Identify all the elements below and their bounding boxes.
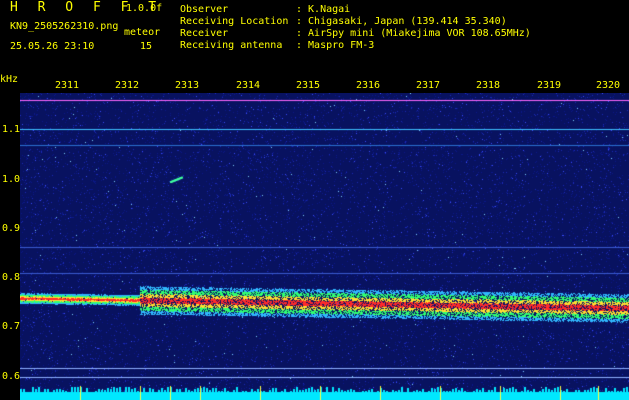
x-tick-label: 2315	[296, 80, 321, 91]
y-tick-label: 0.6	[2, 371, 21, 382]
file-name: KN9_2505262310.png	[10, 21, 119, 32]
meta-value-observer: : K.Nagai	[296, 4, 351, 15]
x-tick-label: 2314	[236, 80, 261, 91]
x-tick-label: 2312	[115, 80, 140, 91]
y-axis-unit: kHz	[0, 74, 19, 85]
meta-value-antenna: : Maspro FM-3	[296, 40, 375, 51]
meta-key-location: Receiving Location	[180, 16, 289, 27]
y-tick-label: 0.8	[2, 272, 21, 283]
meta-value-location: : Chigasaki, Japan (139.414 35.340)	[296, 16, 507, 27]
x-tick-label: 2311	[55, 80, 80, 91]
x-tick-label: 2316	[356, 80, 381, 91]
spectrogram-canvas	[20, 93, 629, 400]
meteor-label: meteor	[124, 27, 161, 38]
meta-key-antenna: Receiving antenna	[180, 40, 283, 51]
x-tick-label: 2313	[175, 80, 200, 91]
meteor-count: 15	[140, 41, 153, 52]
y-tick-label: 1.0	[2, 174, 21, 185]
x-tick-label: 2320	[596, 80, 621, 91]
meta-key-observer: Observer	[180, 4, 229, 15]
meta-value-receiver: : AirSpy mini (Miakejima VOR 108.65MHz)	[296, 28, 531, 39]
x-tick-label: 2319	[537, 80, 562, 91]
app-version: 1.0.0f	[126, 3, 163, 14]
timestamp: 25.05.26 23:10	[10, 41, 95, 52]
x-tick-label: 2317	[416, 80, 441, 91]
header-panel: H R O F F T 1.0.0f KN9_2505262310.png me…	[0, 0, 629, 76]
y-tick-label: 0.7	[2, 321, 21, 332]
x-tick-label: 2318	[476, 80, 501, 91]
y-tick-label: 0.9	[2, 223, 21, 234]
meta-key-receiver: Receiver	[180, 28, 229, 39]
y-tick-label: 1.1	[2, 124, 21, 135]
